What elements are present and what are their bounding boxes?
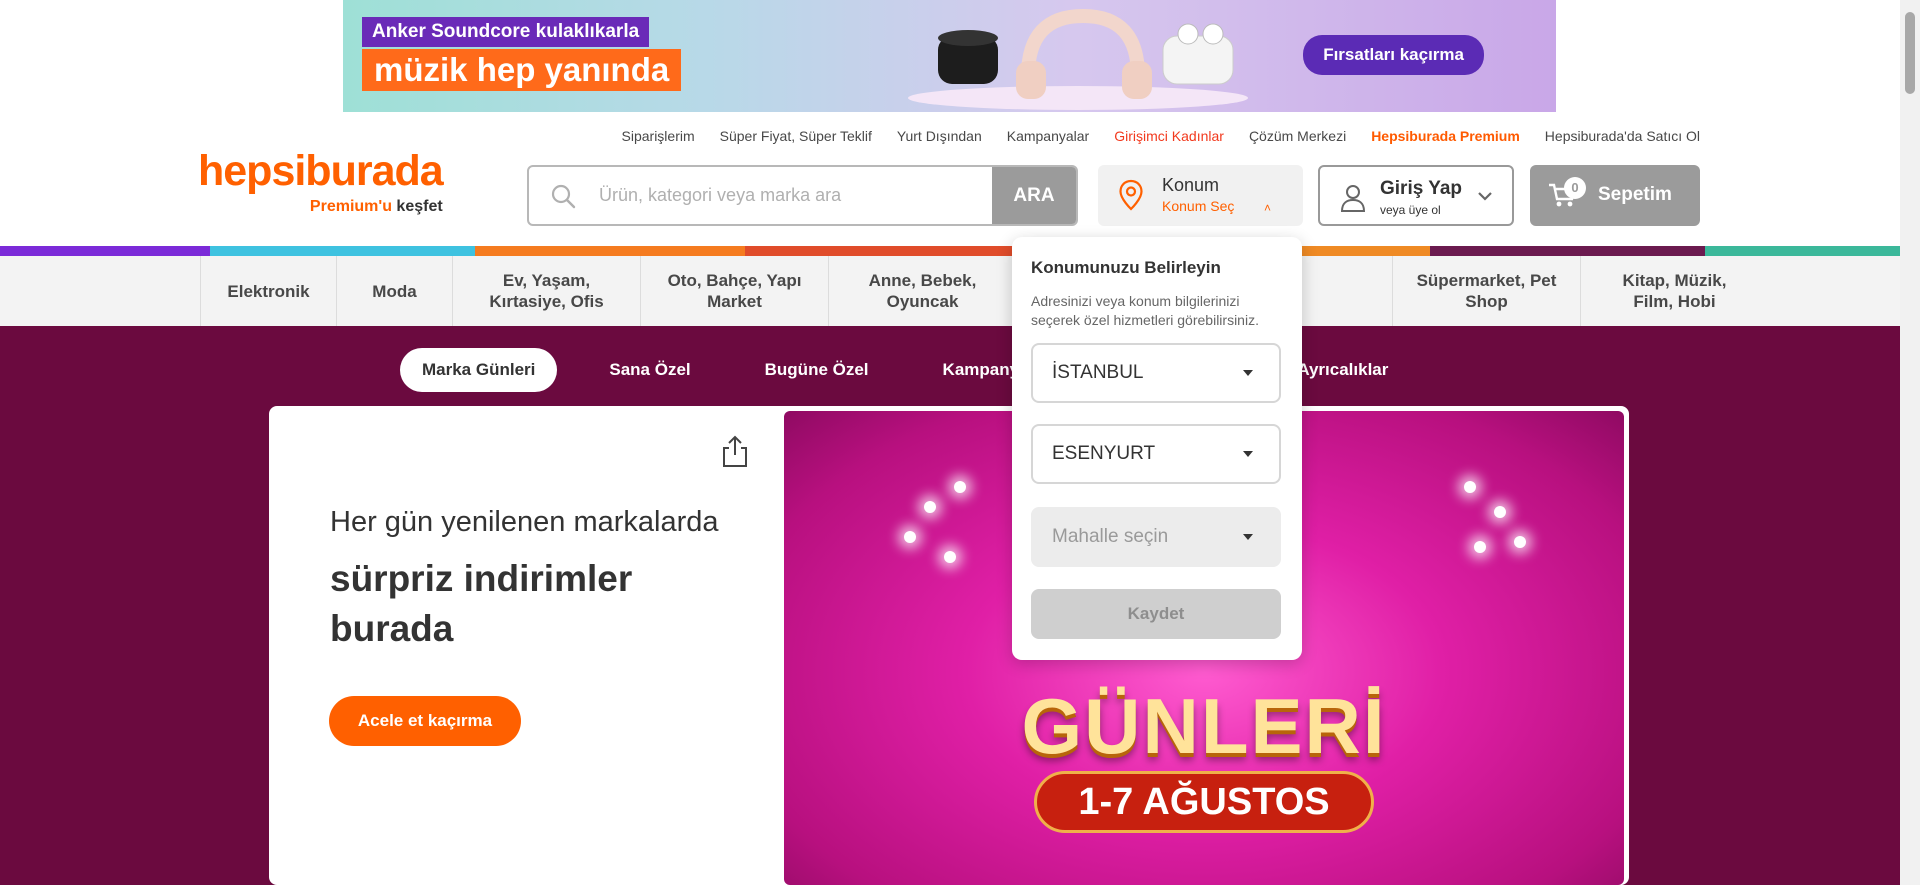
hero-subtitle: Her gün yenilenen markalarda bbox=[330, 506, 719, 538]
category-item[interactable]: Süpermarket, Pet Shop bbox=[1392, 256, 1580, 326]
color-strip-segment bbox=[745, 246, 1015, 256]
category-item[interactable]: Elektronik bbox=[200, 256, 336, 326]
marka-gunleri-title: GÜNLERİ bbox=[1021, 682, 1387, 770]
premium-text: Premium'u bbox=[309, 198, 392, 215]
popup-description: Adresinizi veya konum bilgilerinizi seçe… bbox=[1031, 293, 1259, 328]
cart-button[interactable]: 0 Sepetim bbox=[1530, 165, 1700, 226]
utility-link[interactable]: Siparişlerim bbox=[622, 128, 695, 144]
category-label: Ev, Yaşam, Kırtasiye, Ofis bbox=[489, 271, 604, 311]
city-value: İSTANBUL bbox=[1052, 362, 1144, 383]
share-icon[interactable] bbox=[721, 434, 749, 468]
category-label: Anne, Bebek, Oyuncak bbox=[868, 271, 977, 311]
category-item[interactable]: Kitap, Müzik, Film, Hobi bbox=[1580, 256, 1768, 326]
category-label: Süpermarket, Pet Shop bbox=[1416, 271, 1557, 311]
hero-tab[interactable]: Sana Özel bbox=[609, 348, 690, 392]
location-button[interactable]: Konum Konum Seç ˄ bbox=[1098, 165, 1303, 226]
category-label: Kitap, Müzik, Film, Hobi bbox=[1622, 271, 1727, 311]
scrollbar-thumb[interactable] bbox=[1905, 12, 1915, 94]
color-strip-segment bbox=[1430, 246, 1705, 256]
hero-title: sürpriz indirimler burada bbox=[330, 558, 633, 649]
color-strip-segment bbox=[0, 246, 210, 256]
search-input[interactable] bbox=[597, 167, 992, 224]
caret-down-icon bbox=[1243, 534, 1253, 540]
category-item[interactable]: Moda bbox=[336, 256, 452, 326]
utility-link[interactable]: Çözüm Merkezi bbox=[1249, 128, 1346, 144]
utility-link[interactable]: Girişimci Kadınlar bbox=[1114, 128, 1224, 144]
campaign-dates: 1-7 AĞUSTOS bbox=[1034, 771, 1374, 833]
utility-link[interactable]: Yurt Dışından bbox=[897, 128, 982, 144]
location-title: Konum bbox=[1162, 175, 1220, 195]
utility-link[interactable]: Hepsiburada Premium bbox=[1371, 128, 1520, 144]
cart-count-badge: 0 bbox=[1564, 177, 1586, 199]
category-item[interactable]: Anne, Bebek, Oyuncak bbox=[828, 256, 1016, 326]
login-title: Giriş Yap bbox=[1380, 178, 1463, 199]
location-pin-icon bbox=[1119, 179, 1143, 211]
campaign-card: Her gün yenilenen markalarda sürpriz ind… bbox=[269, 406, 1629, 885]
hero-tab[interactable]: Bugüne Özel bbox=[765, 348, 869, 392]
promo-line1: Anker Soundcore kulaklıkarla bbox=[362, 17, 650, 47]
color-strip-segment bbox=[475, 246, 745, 256]
caret-down-icon bbox=[1243, 370, 1253, 376]
category-label: Oto, Bahçe, Yapı Market bbox=[667, 271, 802, 311]
category-item[interactable]: Oto, Bahçe, Yapı Market bbox=[640, 256, 828, 326]
city-select[interactable]: İSTANBUL bbox=[1031, 343, 1281, 403]
hero-section: Marka Günleri Sana Özel Bugüne Özel Kampany… bbox=[0, 326, 1900, 885]
caret-down-icon bbox=[1243, 451, 1253, 457]
utility-link[interactable]: Hepsiburada'da Satıcı Ol bbox=[1545, 128, 1700, 144]
logo-brand: hepsiburada bbox=[198, 147, 444, 195]
page-scrollbar[interactable] bbox=[1900, 0, 1920, 885]
hurry-button[interactable]: Acele et kaçırma bbox=[329, 696, 521, 746]
search-bar: ARA bbox=[527, 165, 1078, 226]
utility-link[interactable]: Süper Fiyat, Süper Teklif bbox=[720, 128, 872, 144]
location-subtitle: Konum Seç bbox=[1162, 198, 1235, 214]
save-button[interactable]: Kaydet bbox=[1031, 589, 1281, 639]
neighborhood-placeholder: Mahalle seçin bbox=[1052, 526, 1169, 547]
district-value: ESENYURT bbox=[1052, 443, 1156, 464]
headphones-product-image bbox=[908, 8, 1248, 110]
logo-tagline[interactable]: Premium'u keşfet bbox=[310, 198, 443, 216]
category-item[interactable]: Ev, Yaşam, Kırtasiye, Ofis bbox=[452, 256, 640, 326]
login-button[interactable]: Giriş Yap veya üye ol bbox=[1318, 165, 1514, 226]
promo-banner[interactable]: Anker Soundcore kulaklıkarla müzik hep y… bbox=[343, 0, 1556, 112]
color-strip-segment bbox=[1705, 246, 1900, 256]
user-icon bbox=[1340, 185, 1366, 212]
category-label: Elektronik bbox=[227, 281, 310, 301]
category-menu: Elektronik Moda Ev, Yaşam, Kırtasiye, Ofis… bbox=[0, 256, 1900, 326]
district-select[interactable]: ESENYURT bbox=[1031, 424, 1281, 484]
promo-cta-button[interactable]: Fırsatları kaçırma bbox=[1303, 35, 1484, 75]
category-label: Moda bbox=[372, 281, 417, 301]
promo-line2: müzik hep yanında bbox=[362, 49, 682, 91]
location-popup: Konumunuzu Belirleyin Adresinizi veya ko… bbox=[1012, 237, 1302, 660]
login-subtitle: veya üye ol bbox=[1380, 203, 1441, 217]
chevron-down-icon bbox=[1478, 192, 1492, 201]
cart-label: Sepetim bbox=[1598, 184, 1672, 205]
color-strip-segment bbox=[210, 246, 475, 256]
search-button[interactable]: ARA bbox=[992, 167, 1076, 224]
utility-links: Siparişlerim Süper Fiyat, Süper Teklif Yur… bbox=[622, 128, 1700, 144]
hero-tab[interactable]: Marka Günleri bbox=[400, 348, 558, 392]
popup-title: Konumunuzu Belirleyin bbox=[1031, 258, 1221, 277]
utility-link[interactable]: Kampanyalar bbox=[1007, 128, 1090, 144]
discover-text: keşfet bbox=[396, 198, 443, 215]
chevron-up-icon: ˄ bbox=[1264, 201, 1272, 215]
neighborhood-select[interactable]: Mahalle seçin bbox=[1031, 507, 1281, 567]
hero-tab[interactable]: Ayrıcalıklar bbox=[1297, 348, 1388, 392]
category-color-strip bbox=[0, 246, 1900, 256]
hepsiburada-logo[interactable]: hepsiburada Premium'u keşfet bbox=[198, 147, 444, 216]
search-icon bbox=[529, 167, 597, 224]
